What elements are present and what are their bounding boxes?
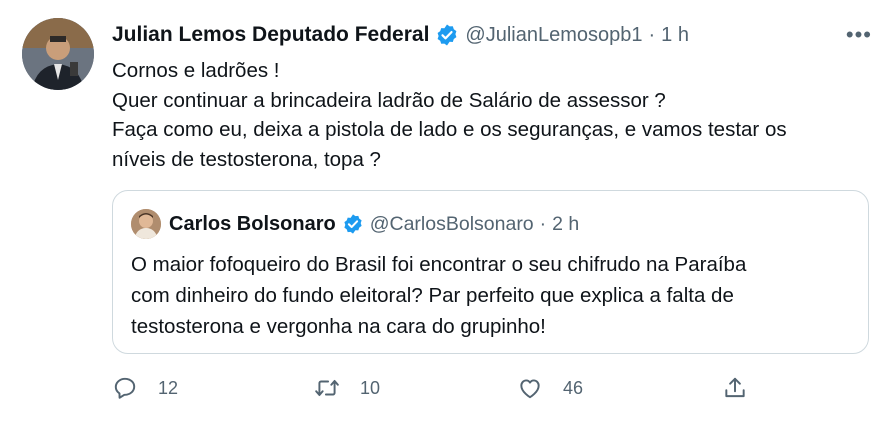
quoted-tweet[interactable]: Carlos Bolsonaro @CarlosBolsonaro · 2 h … (112, 190, 869, 354)
like-button[interactable]: 46 (517, 370, 583, 406)
quoted-text-line: com dinheiro do fundo eleitoral? Par per… (131, 284, 734, 307)
retweet-count: 10 (360, 377, 381, 398)
reply-icon (114, 377, 136, 399)
quoted-author-handle[interactable]: @CarlosBolsonaro (370, 213, 534, 236)
quoted-author-name[interactable]: Carlos Bolsonaro (169, 213, 336, 236)
tweet[interactable]: Julian Lemos Deputado Federal @JulianLem… (0, 0, 892, 421)
tweet-text-line: níveis de testosterona, topa ? (112, 147, 381, 171)
author-avatar[interactable] (22, 18, 94, 90)
quoted-header-separator: · (539, 212, 547, 235)
tweet-text: Cornos e ladrões ! Quer continuar a brin… (112, 56, 872, 174)
share-icon (725, 377, 745, 398)
quoted-tweet-time[interactable]: 2 h (552, 213, 579, 236)
like-count: 46 (563, 377, 584, 398)
quoted-header: Carlos Bolsonaro @CarlosBolsonaro · 2 h (169, 209, 579, 239)
tweet-header: Julian Lemos Deputado Federal @JulianLem… (112, 20, 872, 50)
reply-count: 12 (158, 377, 179, 398)
quoted-text-line: testosterona e vergonha na cara do grupi… (131, 315, 546, 338)
tweet-text-line: Faça como eu, deixa a pistola de lado e … (112, 118, 787, 141)
reply-button[interactable]: 12 (112, 370, 178, 406)
quoted-author-avatar[interactable] (131, 209, 161, 239)
author-handle[interactable]: @JulianLemosopb1 (465, 24, 642, 47)
author-name[interactable]: Julian Lemos Deputado Federal (112, 23, 429, 47)
more-options-icon[interactable]: ••• (846, 22, 872, 48)
verified-badge-icon (342, 213, 364, 235)
action-bar: 12 10 46 (112, 370, 762, 406)
quoted-text-line: O maior fofoqueiro do Brasil foi encontr… (131, 253, 747, 276)
tweet-text-line: Cornos e ladrões ! (112, 59, 280, 82)
heart-icon (520, 379, 540, 399)
retweet-button[interactable]: 10 (314, 370, 380, 406)
tweet-text-line: Quer continuar a brincadeira ladrão de S… (112, 88, 666, 112)
header-separator: · (648, 23, 656, 46)
retweet-icon (315, 379, 339, 397)
share-button[interactable] (722, 370, 748, 406)
tweet-time[interactable]: 1 h (661, 24, 689, 47)
quoted-tweet-text: O maior fofoqueiro do Brasil foi encontr… (131, 249, 851, 342)
verified-badge-icon (435, 23, 459, 47)
